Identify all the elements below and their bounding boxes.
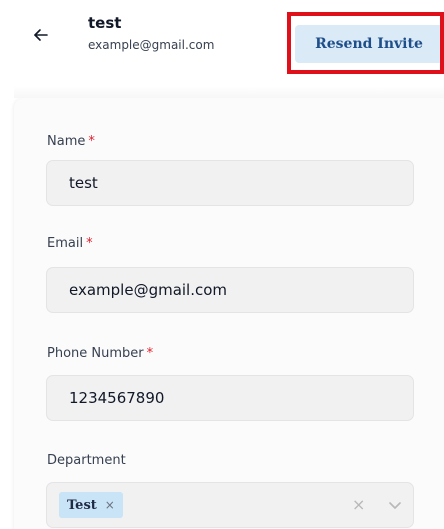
department-chip: Test × (59, 492, 123, 518)
phone-label: Phone Number * (47, 346, 153, 361)
email-required-mark: * (86, 236, 93, 251)
phone-input[interactable]: 1234567890 (46, 375, 414, 421)
email-label-text: Email (47, 236, 84, 251)
chevron-down-icon[interactable] (387, 497, 403, 513)
name-label: Name * (47, 134, 95, 149)
highlight-box (287, 12, 444, 74)
clear-icon[interactable]: × (352, 496, 365, 514)
email-label: Email * (47, 236, 93, 251)
back-button[interactable] (28, 22, 54, 48)
department-label: Department (47, 453, 126, 468)
chip-remove-icon[interactable]: × (105, 499, 115, 511)
name-label-text: Name (47, 134, 86, 149)
card-top-edge (14, 86, 444, 98)
department-select[interactable]: Test × × (46, 482, 414, 528)
arrow-left-icon (34, 29, 48, 41)
user-name: test (88, 14, 122, 32)
name-required-mark: * (88, 134, 95, 149)
user-detail-page: test example@gmail.com Resend Invite Nam… (0, 0, 444, 529)
phone-required-mark: * (146, 346, 154, 361)
email-input[interactable]: example@gmail.com (46, 267, 414, 313)
department-chip-label: Test (67, 497, 97, 513)
phone-label-text: Phone Number (47, 346, 144, 361)
user-email: example@gmail.com (88, 38, 215, 52)
name-input[interactable]: test (46, 160, 414, 206)
